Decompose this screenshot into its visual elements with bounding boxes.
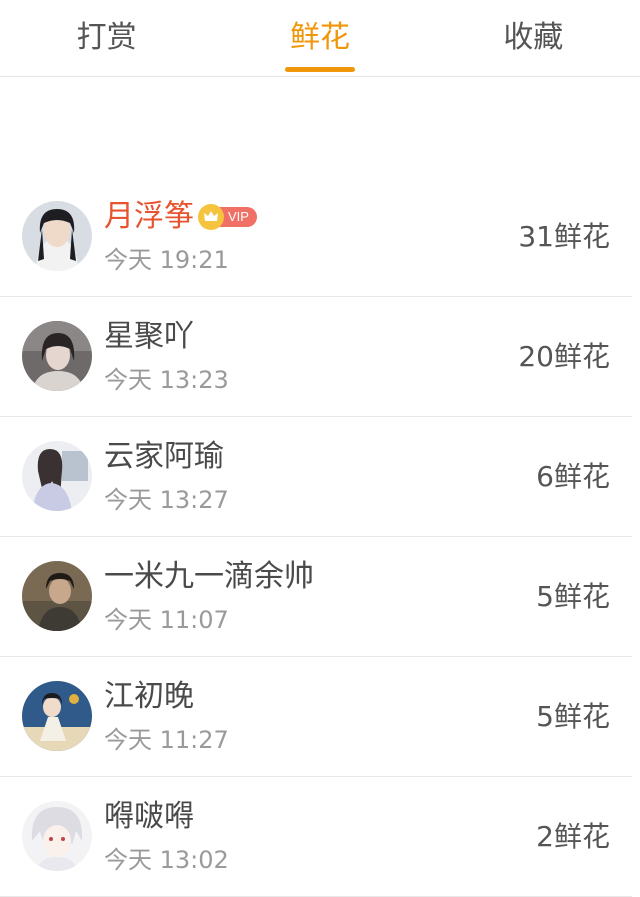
- flower-count: 20鲜花: [518, 340, 610, 373]
- user-name[interactable]: 云家阿瑜: [104, 437, 224, 477]
- tab-label: 收藏: [503, 20, 564, 55]
- avatar[interactable]: [22, 321, 92, 391]
- user-name-text: 星聚吖: [104, 319, 194, 354]
- user-name[interactable]: 一米九一滴余帅: [104, 557, 314, 597]
- user-name-text: 一米九一滴余帅: [104, 559, 314, 594]
- timestamp: 今天 11:07: [104, 606, 229, 634]
- user-name[interactable]: 江初晚: [104, 677, 194, 717]
- tab-label: 打赏: [76, 20, 137, 55]
- avatar[interactable]: [22, 561, 92, 631]
- timestamp: 今天 19:21: [104, 246, 229, 274]
- tab-favorites[interactable]: 收藏: [427, 0, 640, 76]
- flower-count: 6鲜花: [536, 460, 610, 493]
- list-item[interactable]: 江初晚 今天 11:27 5鲜花: [0, 657, 632, 777]
- timestamp: 今天 13:23: [104, 366, 229, 394]
- tab-bar: 打赏 鲜花 收藏: [0, 0, 640, 77]
- list-item[interactable]: 星聚吖 今天 13:23 20鲜花: [0, 297, 632, 417]
- user-name-text: 云家阿瑜: [104, 439, 224, 474]
- list-item[interactable]: 月浮筝 VIP 今天 19:21 31鲜花: [0, 177, 632, 297]
- tab-label: 鲜花: [289, 20, 350, 55]
- user-name[interactable]: 月浮筝 VIP: [104, 197, 257, 237]
- user-name-text: 月浮筝: [104, 199, 194, 234]
- flower-count: 31鲜花: [518, 220, 610, 253]
- list-item[interactable]: 云家阿瑜 今天 13:27 6鲜花: [0, 417, 632, 537]
- avatar[interactable]: [22, 681, 92, 751]
- avatar[interactable]: [22, 801, 92, 871]
- flower-count: 2鲜花: [536, 820, 610, 853]
- user-name-text: 江初晚: [104, 679, 194, 714]
- user-name[interactable]: 星聚吖: [104, 317, 194, 357]
- flower-count: 5鲜花: [536, 700, 610, 733]
- timestamp: 今天 13:27: [104, 486, 229, 514]
- timestamp: 今天 13:02: [104, 846, 229, 874]
- user-name[interactable]: 嘚啵嘚: [104, 797, 194, 837]
- user-name-text: 嘚啵嘚: [104, 799, 194, 834]
- active-tab-indicator: [284, 67, 355, 72]
- tab-flowers[interactable]: 鲜花: [213, 0, 426, 76]
- crown-icon: [198, 204, 224, 230]
- avatar[interactable]: [22, 441, 92, 511]
- flower-count: 5鲜花: [536, 580, 610, 613]
- list-item[interactable]: 嘚啵嘚 今天 13:02 2鲜花: [0, 777, 632, 897]
- timestamp: 今天 11:27: [104, 726, 229, 754]
- list-item[interactable]: 一米九一滴余帅 今天 11:07 5鲜花: [0, 537, 632, 657]
- flower-giver-list: 月浮筝 VIP 今天 19:21 31鲜花 星聚吖 今天 13:23 20鲜花 …: [0, 177, 632, 897]
- vip-badge: VIP: [198, 204, 257, 230]
- tab-tip[interactable]: 打赏: [0, 0, 213, 76]
- avatar[interactable]: [22, 201, 92, 271]
